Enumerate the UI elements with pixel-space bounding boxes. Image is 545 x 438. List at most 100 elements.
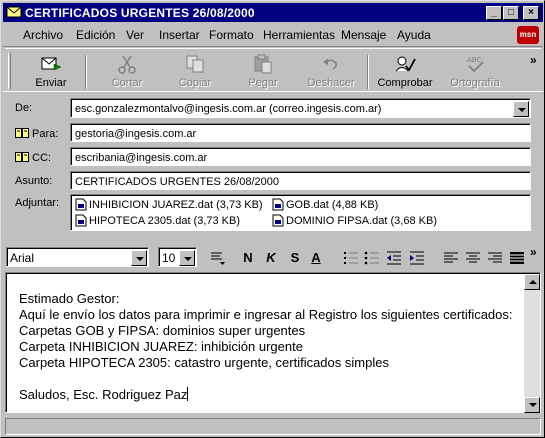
from-dropdown-button[interactable] (513, 101, 529, 117)
chevron-down-icon (136, 257, 144, 261)
chevron-up-icon (529, 280, 537, 284)
from-select[interactable]: esc.gonzalezmontalvo@ingesis.com.ar (cor… (70, 98, 531, 118)
status-pane (5, 418, 541, 435)
paragraph-style-icon[interactable] (208, 249, 226, 267)
attachment-item[interactable]: INHIBICION JUAREZ.dat (3,73 KB) (75, 198, 263, 211)
underline-button[interactable]: S (286, 249, 304, 267)
toolbar-grip[interactable] (8, 53, 11, 89)
compose-window: CERTIFICADOS URGENTES 26/08/2000 _ □ × A… (0, 0, 545, 438)
toolbar-separator (367, 55, 369, 89)
format-toolbar: Arial 10 N K S A » (3, 244, 543, 270)
check-names-icon (395, 56, 416, 72)
attachments-box[interactable]: INHIBICION JUAREZ.dat (3,73 KB) GOB.dat … (70, 194, 531, 231)
message-text[interactable]: Estimado Gestor: Aquí le envío los datos … (19, 291, 513, 403)
menu-archivo[interactable]: Archivo (23, 28, 63, 42)
envelope-icon (6, 6, 22, 18)
menu-ver[interactable]: Ver (126, 28, 144, 42)
menu-insertar[interactable]: Insertar (159, 28, 200, 42)
cc-value: escribania@ingesis.com.ar (75, 152, 208, 164)
body-line: Estimado Gestor: (19, 291, 120, 306)
cc-field[interactable]: escribania@ingesis.com.ar (70, 147, 531, 166)
svg-text:ABC: ABC (467, 56, 481, 64)
attachment-item[interactable]: DOMINIO FIPSA.dat (3,68 KB) (272, 214, 437, 227)
chevron-down-icon (529, 403, 537, 407)
font-dropdown-button[interactable] (131, 250, 147, 266)
decrease-indent-icon[interactable] (385, 249, 403, 267)
file-icon (75, 198, 87, 211)
send-button[interactable]: Enviar (21, 54, 81, 92)
subject-value: CERTIFICADOS URGENTES 26/08/2000 (75, 176, 279, 188)
window-title: CERTIFICADOS URGENTES 26/08/2000 (25, 6, 255, 20)
menu-mensaje[interactable]: Mensaje (341, 28, 386, 42)
body-line: Carpeta INHIBICION JUAREZ: inhibición ur… (19, 339, 303, 354)
body-line (19, 371, 513, 387)
scroll-down-button[interactable] (524, 397, 540, 413)
cc-label[interactable]: CC: (15, 151, 51, 164)
bold-button[interactable]: N (239, 249, 257, 267)
spelling-button[interactable]: ABC Ortografía (445, 54, 505, 92)
align-left-icon[interactable] (442, 249, 460, 267)
undo-button[interactable]: Deshacer (301, 54, 361, 92)
body-line: Carpetas GOB y FIPSA: dominios super urg… (19, 323, 306, 338)
toolbar-separator (85, 55, 87, 89)
increase-indent-icon[interactable] (408, 249, 426, 267)
font-select[interactable]: Arial (6, 247, 149, 267)
address-book-icon (15, 128, 29, 138)
text-caret (187, 387, 189, 401)
msn-logo: msn (517, 26, 539, 44)
file-icon (272, 214, 284, 227)
menu-ayuda[interactable]: Ayuda (397, 28, 431, 42)
close-button[interactable]: × (523, 6, 539, 20)
copy-button[interactable]: Copiar (165, 54, 225, 92)
subject-label: Asunto: (15, 175, 53, 187)
numbered-list-icon[interactable] (342, 249, 360, 267)
maximize-button[interactable]: □ (503, 6, 519, 20)
body-line: Carpeta HIPOTECA 2305: catastro urgente,… (19, 355, 389, 370)
to-value: gestoria@ingesis.com.ar (75, 128, 197, 140)
file-icon (75, 214, 87, 227)
status-bar (3, 417, 543, 435)
from-label: De: (15, 102, 33, 114)
to-label[interactable]: Para: (15, 127, 58, 140)
to-field[interactable]: gestoria@ingesis.com.ar (70, 123, 531, 142)
vertical-scrollbar[interactable] (524, 274, 540, 413)
attachment-item[interactable]: HIPOTECA 2305.dat (3,73 KB) (75, 214, 240, 227)
body-line: Aquí le envío los datos para imprimir e … (19, 307, 513, 322)
chevron-down-icon (518, 108, 526, 112)
scroll-up-button[interactable] (524, 274, 540, 290)
main-toolbar: Enviar Cortar Copiar Pegar Deshacer Comp… (3, 46, 543, 92)
spellcheck-icon: ABC (467, 56, 484, 73)
undo-icon (323, 59, 337, 70)
menu-edicion[interactable]: Edición (76, 28, 115, 42)
size-dropdown-button[interactable] (179, 250, 195, 266)
body-line: Saludos, Esc. Rodriguez Paz (19, 387, 188, 402)
from-value: esc.gonzalezmontalvo@ingesis.com.ar (cor… (75, 103, 382, 115)
copy-icon (186, 55, 204, 73)
paste-button[interactable]: Pegar (233, 54, 293, 92)
font-color-button[interactable]: A (307, 249, 325, 267)
format-overflow-button[interactable]: » (530, 245, 537, 259)
message-body[interactable]: Estimado Gestor: Aquí le envío los datos … (5, 272, 541, 413)
file-icon (272, 198, 284, 211)
check-names-button[interactable]: Comprobar (375, 54, 435, 92)
cut-button[interactable]: Cortar (97, 54, 157, 92)
scissors-icon (118, 55, 136, 74)
italic-button[interactable]: K (262, 249, 280, 267)
address-book-icon (15, 152, 29, 162)
attach-label: Adjuntar: (15, 197, 60, 209)
minimize-button[interactable]: _ (486, 6, 502, 20)
toolbar-overflow-button[interactable]: » (530, 53, 537, 67)
subject-field[interactable]: CERTIFICADOS URGENTES 26/08/2000 (70, 171, 531, 190)
menu-herramientas[interactable]: Herramientas (263, 28, 335, 42)
justify-icon[interactable] (508, 249, 526, 267)
attachment-item[interactable]: GOB.dat (4,88 KB) (272, 198, 378, 211)
bullet-list-icon[interactable] (363, 249, 381, 267)
menu-formato[interactable]: Formato (209, 28, 254, 42)
send-icon (41, 57, 62, 71)
title-bar[interactable]: CERTIFICADOS URGENTES 26/08/2000 _ □ × (3, 3, 543, 22)
chevron-down-icon (184, 257, 192, 261)
align-right-icon[interactable] (486, 249, 504, 267)
size-select[interactable]: 10 (158, 247, 197, 267)
align-center-icon[interactable] (464, 249, 482, 267)
paste-icon (254, 54, 272, 74)
